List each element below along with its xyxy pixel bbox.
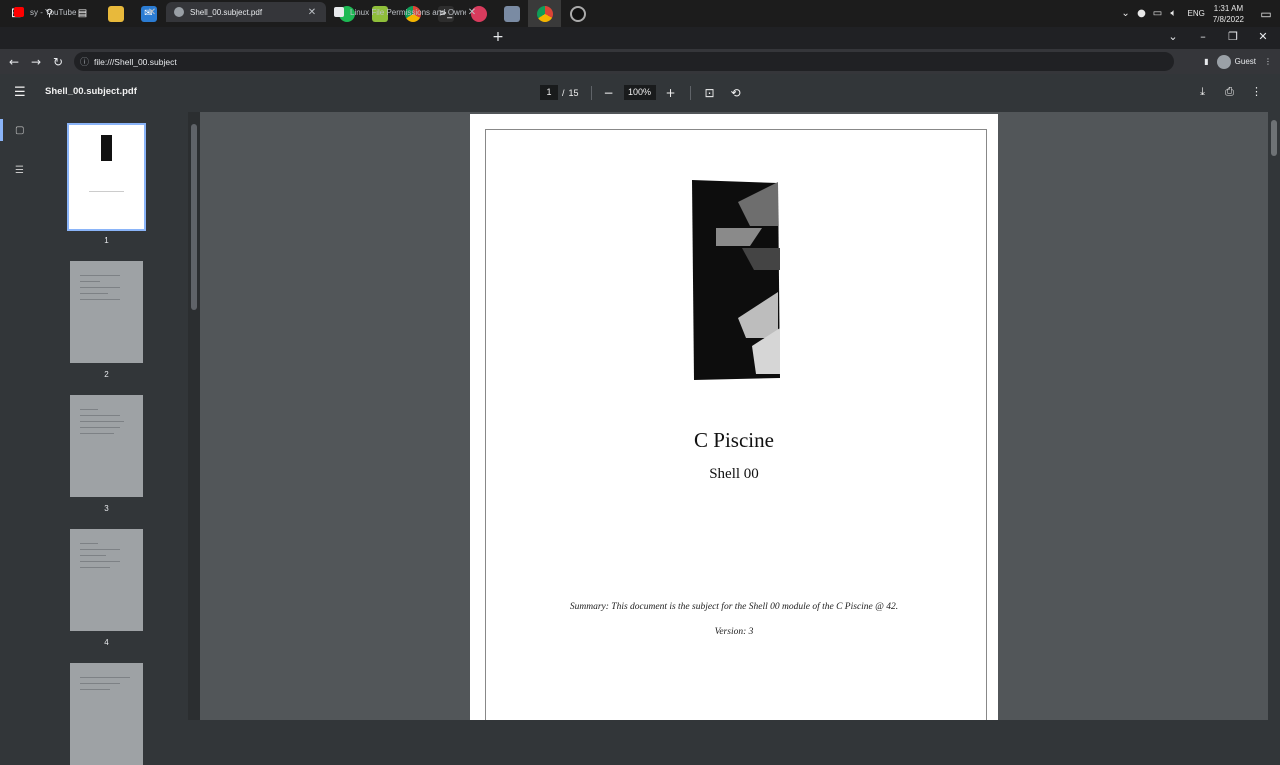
- thumbnail-number: 2: [104, 370, 109, 379]
- thumbnail-number: 3: [104, 504, 109, 513]
- more-options-icon[interactable]: ⋮: [1243, 85, 1270, 99]
- menu-icon[interactable]: ☰: [14, 85, 30, 101]
- page-separator: /: [562, 87, 565, 98]
- thumbnail-scrollbar[interactable]: [188, 112, 200, 720]
- page-favicon-icon: [334, 7, 344, 17]
- page-thumbnail[interactable]: [70, 261, 143, 363]
- thumbnail-panel: 1 2 3 4: [45, 112, 188, 765]
- globe-favicon-icon: [174, 7, 184, 17]
- tab-title: Linux File Permissions and Owne: [350, 7, 466, 17]
- document-title: C Piscine: [694, 428, 774, 452]
- youtube-favicon-icon: [14, 7, 24, 17]
- tab-title: sy - YouTube: [30, 7, 77, 17]
- chevron-up-icon[interactable]: ⌄: [1118, 8, 1134, 19]
- scrollbar-thumb[interactable]: [191, 124, 197, 310]
- page-navigation: 1 / 15 − 100% + ⊡ ⟲: [540, 85, 747, 100]
- document-scrollbar[interactable]: [1268, 112, 1280, 720]
- pdf-title: Shell_00.subject.pdf: [45, 86, 137, 97]
- document-viewport[interactable]: C Piscine Shell 00 Summary: This documen…: [200, 112, 1268, 720]
- tab-strip: [0, 27, 1280, 49]
- back-arrow-icon[interactable]: ←: [3, 51, 25, 73]
- thumbnail-number: 4: [104, 638, 109, 647]
- download-icon[interactable]: ⤓: [1189, 85, 1216, 99]
- minimize-icon[interactable]: –: [1188, 27, 1218, 47]
- clock-time: 1:31 AM: [1213, 3, 1244, 13]
- tab-pdf[interactable]: Shell_00.subject.pdf ✕: [166, 2, 326, 22]
- system-tray: ⌄ ● ▭ 🔈︎ ENG 1:31 AM 7/8/2022 ▭: [1118, 0, 1280, 27]
- outline-icon[interactable]: ☰: [15, 165, 29, 177]
- total-pages: 15: [568, 87, 579, 98]
- close-tab-icon[interactable]: ✕: [306, 7, 318, 18]
- profile-avatar[interactable]: [1216, 54, 1231, 69]
- more-menu-icon[interactable]: ⋮: [1264, 57, 1272, 66]
- close-window-icon[interactable]: ✕: [1248, 27, 1278, 47]
- cursor-app-icon[interactable]: [561, 0, 594, 27]
- pdf-actions: ⤓ ⎙ ⋮: [1189, 85, 1270, 99]
- page-thumbnail[interactable]: [67, 123, 146, 231]
- document-version: Version: 3: [714, 627, 754, 637]
- side-panel-icon[interactable]: ▮: [1204, 57, 1208, 66]
- profile-label[interactable]: Guest: [1235, 57, 1256, 66]
- scrollbar-thumb[interactable]: [1271, 120, 1277, 156]
- reload-icon[interactable]: ↻: [47, 51, 69, 73]
- browser-toolbar: ← → ↻ ⓘ file:///Shell_00.subject ▮ Guest…: [0, 49, 1280, 74]
- mini-logo: [101, 135, 112, 161]
- network-icon[interactable]: ▭: [1150, 8, 1166, 19]
- close-tab-icon[interactable]: ✕: [466, 7, 478, 18]
- zoom-out-icon[interactable]: −: [598, 86, 620, 100]
- tab-title: Shell_00.subject.pdf: [190, 7, 263, 17]
- pdf-toolbar: ☰ Shell_00.subject.pdf 1 / 15 − 100% + ⊡…: [0, 74, 1280, 112]
- restore-icon[interactable]: ❐: [1218, 27, 1248, 47]
- fit-page-icon[interactable]: ⊡: [699, 86, 721, 100]
- zoom-in-icon[interactable]: +: [660, 86, 682, 100]
- thumbnail-number: 1: [104, 236, 109, 245]
- tab-search-icon[interactable]: ⌄: [1158, 27, 1188, 47]
- school-42-logo-icon: [692, 180, 780, 380]
- url-text: file:///Shell_00.subject: [94, 56, 177, 67]
- page-thumbnail[interactable]: [70, 663, 143, 765]
- new-tab-icon[interactable]: +: [490, 29, 506, 45]
- zoom-input[interactable]: 100%: [623, 85, 656, 100]
- pdf-page: C Piscine Shell 00 Summary: This documen…: [470, 114, 998, 720]
- print-icon[interactable]: ⎙: [1216, 85, 1243, 99]
- address-bar[interactable]: ⓘ file:///Shell_00.subject: [74, 52, 1174, 71]
- sidebar-rail: ▢ ☰: [0, 112, 45, 720]
- chrome-active-icon[interactable]: [528, 0, 561, 27]
- language-indicator[interactable]: ENG: [1188, 9, 1205, 18]
- clock-date: 7/8/2022: [1212, 14, 1244, 24]
- document-summary: Summary: This document is the subject fo…: [569, 602, 899, 612]
- tab-youtube[interactable]: sy - YouTube ✕: [6, 2, 166, 22]
- info-icon[interactable]: ⓘ: [80, 55, 94, 68]
- rotate-icon[interactable]: ⟲: [725, 86, 747, 100]
- clock[interactable]: 1:31 AM 7/8/2022: [1213, 3, 1244, 25]
- network-app-icon[interactable]: [495, 0, 528, 27]
- document-subtitle: Shell 00: [709, 466, 759, 482]
- page-thumbnail[interactable]: [70, 529, 143, 631]
- tab-linux-permissions[interactable]: Linux File Permissions and Owne ✕: [326, 2, 486, 22]
- page-thumbnail[interactable]: [70, 395, 143, 497]
- microphone-icon[interactable]: ●: [1134, 8, 1150, 19]
- thumbnails-icon[interactable]: ▢: [15, 125, 29, 137]
- page-number-input[interactable]: 1: [540, 85, 558, 100]
- rail-selection-indicator: [0, 119, 3, 141]
- volume-icon[interactable]: 🔈︎: [1166, 8, 1182, 19]
- close-tab-icon[interactable]: ✕: [146, 7, 158, 18]
- forward-arrow-icon[interactable]: →: [25, 51, 47, 73]
- notification-icon[interactable]: ▭: [1252, 7, 1280, 21]
- browser-profile-area: ▮ Guest ⋮: [1196, 49, 1272, 74]
